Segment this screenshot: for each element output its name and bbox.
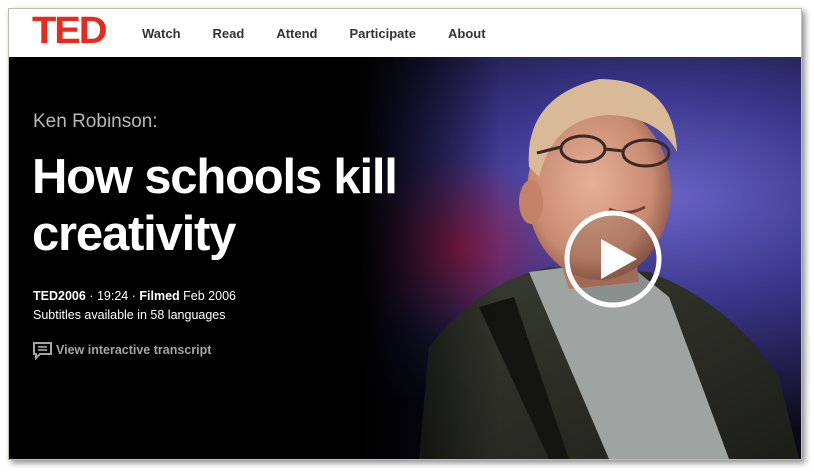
meta-separator: · (131, 289, 136, 303)
interactive-transcript-link[interactable]: View interactive transcript (33, 340, 211, 360)
filmed-label: Filmed (139, 289, 180, 303)
speaker-name: Ken Robinson: (33, 111, 158, 132)
talk-title: How schools kill creativity (32, 150, 398, 261)
nav-participate[interactable]: Participate (350, 26, 416, 41)
play-button[interactable] (563, 209, 663, 309)
meta-separator: · (89, 289, 94, 303)
transcript-label: View interactive transcript (56, 343, 212, 357)
nav-read[interactable]: Read (213, 26, 245, 41)
video-hero[interactable]: Ken Robinson: How schools kill creativit… (9, 57, 801, 459)
main-menu: Watch Read Attend Participate About (142, 9, 518, 57)
filmed-date: Feb 2006 (183, 289, 236, 303)
talk-duration: 19:24 (96, 289, 129, 303)
top-navigation: TED Watch Read Attend Participate About (9, 9, 801, 57)
talk-meta: TED2006 · 19:24 · Filmed Feb 2006 (33, 289, 236, 303)
event-name: TED2006 (33, 289, 86, 303)
ted-logo[interactable]: TED (32, 11, 108, 51)
transcript-icon (33, 341, 52, 360)
nav-attend[interactable]: Attend (276, 26, 317, 41)
nav-about[interactable]: About (448, 26, 486, 41)
browser-frame: TED Watch Read Attend Participate About (8, 8, 802, 460)
nav-watch[interactable]: Watch (142, 26, 181, 41)
subtitles-info: Subtitles available in 58 languages (33, 308, 226, 322)
